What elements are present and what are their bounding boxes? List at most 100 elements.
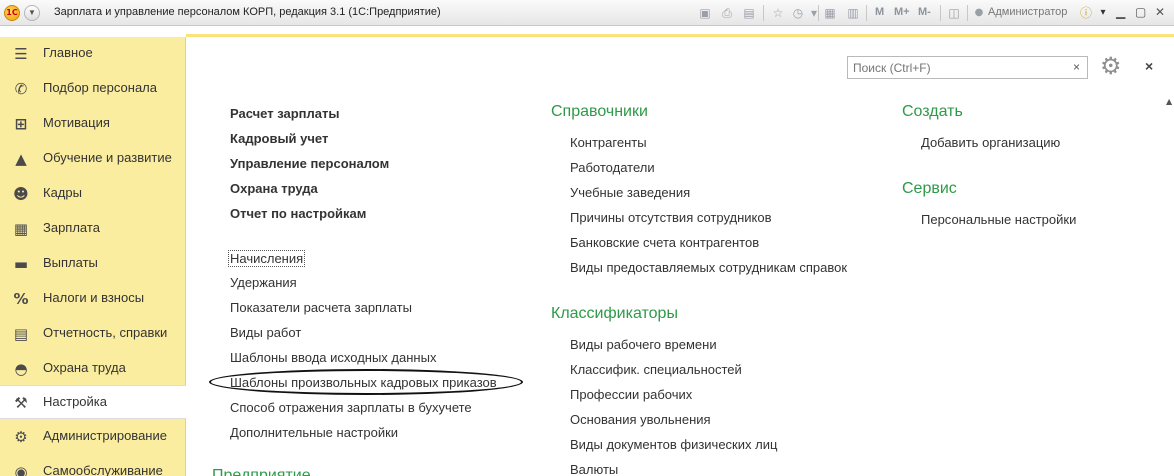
maximize-icon[interactable]: ▢ xyxy=(1135,5,1146,19)
sidebar-item-label: Мотивация xyxy=(43,115,110,130)
highlight-oval xyxy=(209,369,523,395)
link-certificate-types[interactable]: Виды предоставляемых сотрудникам справок xyxy=(570,260,847,275)
print-preview-icon[interactable]: ▤ xyxy=(741,5,757,21)
sidebar-item-main[interactable]: ☰ Главное xyxy=(0,37,186,71)
wallet-icon: ▬ xyxy=(13,255,29,273)
close-panel-button[interactable]: × xyxy=(1145,58,1153,74)
link-personnel-management[interactable]: Управление персоналом xyxy=(230,156,389,171)
sidebar-item-labor-safety[interactable]: ◓ Охрана труда xyxy=(0,352,186,386)
sidebar-item-label: Главное xyxy=(43,45,93,60)
calculator-icon[interactable]: ▦ xyxy=(822,5,838,21)
section-classifiers-heading: Классификаторы xyxy=(551,305,678,322)
current-user[interactable]: Администратор xyxy=(988,6,1067,18)
sidebar-item-payments[interactable]: ▬ Выплаты xyxy=(0,247,186,281)
settings-gear-icon[interactable]: ⚙ xyxy=(1100,53,1122,79)
link-educational-institutions[interactable]: Учебные заведения xyxy=(570,185,690,200)
calculator-icon: ▦ xyxy=(13,220,29,238)
sidebar-item-taxes[interactable]: % Налоги и взносы xyxy=(0,282,186,316)
link-labor-safety[interactable]: Охрана труда xyxy=(230,181,318,196)
calendar-icon[interactable]: ▥ xyxy=(845,5,861,21)
link-payroll-indicators[interactable]: Показатели расчета зарплаты xyxy=(230,300,412,315)
self-service-icon: ◉ xyxy=(14,463,28,476)
memory-m-button[interactable]: M xyxy=(875,6,884,18)
link-settings-report[interactable]: Отчет по настройкам xyxy=(230,206,366,221)
wrench-icon: ⚒ xyxy=(14,394,28,412)
sidebar: ☰ Главное ✆ Подбор персонала ⊞ Мотивация… xyxy=(0,37,186,476)
link-input-templates[interactable]: Шаблоны ввода исходных данных xyxy=(230,350,436,365)
print-icon[interactable]: ⎙ xyxy=(719,5,735,21)
sidebar-item-label: Подбор персонала xyxy=(43,80,157,95)
link-deductions[interactable]: Удержания xyxy=(230,275,297,290)
scroll-up-icon[interactable]: ▲ xyxy=(1166,97,1172,106)
sidebar-item-reports[interactable]: ▤ Отчетность, справки xyxy=(0,317,186,351)
section-directories-heading: Справочники xyxy=(551,103,648,120)
favorites-star-icon[interactable]: ☆ xyxy=(770,5,786,21)
sidebar-item-self-service[interactable]: ◉ Самообслуживание xyxy=(0,455,186,476)
link-work-time-types[interactable]: Виды рабочего времени xyxy=(570,337,717,352)
report-icon: ▤ xyxy=(13,325,29,343)
link-additional-settings[interactable]: Дополнительные настройки xyxy=(230,425,398,440)
link-counterparties[interactable]: Контрагенты xyxy=(570,135,647,150)
search-clear-button[interactable]: × xyxy=(1066,56,1088,79)
link-personal-settings[interactable]: Персональные настройки xyxy=(921,212,1076,227)
link-bank-accounts[interactable]: Банковские счета контрагентов xyxy=(570,235,759,250)
link-dismissal-grounds[interactable]: Основания увольнения xyxy=(570,412,711,427)
section-enterprise-heading: Предприятие xyxy=(212,467,311,476)
title-bar: 1C ▼ Зарплата и управление персоналом КО… xyxy=(0,0,1174,26)
sidebar-item-label: Самообслуживание xyxy=(43,463,163,476)
sidebar-item-label: Кадры xyxy=(43,185,82,200)
info-icon[interactable]: ⓘ xyxy=(1078,5,1094,21)
section-service-heading: Сервис xyxy=(902,180,957,197)
memory-minus-button[interactable]: M- xyxy=(918,6,931,18)
link-worker-professions[interactable]: Профессии рабочих xyxy=(570,387,692,402)
link-work-types[interactable]: Виды работ xyxy=(230,325,301,340)
sidebar-item-training[interactable]: ▲ Обучение и развитие xyxy=(0,142,186,176)
sidebar-item-settings[interactable]: ⚒ Настройка xyxy=(0,385,186,419)
sidebar-item-label: Выплаты xyxy=(43,255,98,270)
window-title: Зарплата и управление персоналом КОРП, р… xyxy=(54,6,441,18)
people-icon: ☻ xyxy=(13,185,29,203)
link-employers[interactable]: Работодатели xyxy=(570,160,655,175)
link-currencies[interactable]: Валюты xyxy=(570,462,618,476)
link-payroll-reflection[interactable]: Способ отражения зарплаты в бухучете xyxy=(230,400,472,415)
link-specialty-classifier[interactable]: Классифик. специальностей xyxy=(570,362,742,377)
memory-plus-button[interactable]: M+ xyxy=(894,6,910,18)
user-icon: ● xyxy=(974,7,984,18)
sidebar-item-recruitment[interactable]: ✆ Подбор персонала xyxy=(0,72,186,106)
history-icon[interactable]: ◷ xyxy=(790,5,806,21)
link-hr-accounting[interactable]: Кадровый учет xyxy=(230,131,328,146)
sidebar-item-motivation[interactable]: ⊞ Мотивация xyxy=(0,107,186,141)
sidebar-item-label: Настройка xyxy=(43,394,107,409)
menu-lines-icon: ☰ xyxy=(14,45,28,63)
gear-icon: ⚙ xyxy=(14,428,28,446)
chevron-down-icon[interactable]: ▾ xyxy=(1095,5,1111,21)
sidebar-item-label: Администрирование xyxy=(43,428,167,443)
sidebar-item-payroll[interactable]: ▦ Зарплата xyxy=(0,212,186,246)
gift-icon: ⊞ xyxy=(14,115,28,133)
minimize-icon[interactable]: ▁ xyxy=(1116,5,1125,19)
link-accruals[interactable]: Начисления xyxy=(228,250,306,267)
app-logo-icon[interactable]: 1C xyxy=(4,5,20,21)
sidebar-item-label: Отчетность, справки xyxy=(43,325,168,340)
bookmark-icon[interactable]: ▾ xyxy=(806,5,822,21)
accent-line xyxy=(186,34,1174,37)
link-add-organization[interactable]: Добавить организацию xyxy=(921,135,1060,150)
link-payroll-calculation[interactable]: Расчет зарплаты xyxy=(230,106,339,121)
main-menu-chevron-down-icon[interactable]: ▼ xyxy=(24,5,40,21)
sidebar-item-label: Охрана труда xyxy=(43,360,126,375)
helmet-icon: ◓ xyxy=(14,360,28,378)
phone-icon: ✆ xyxy=(14,80,28,98)
graduation-cap-icon: ▲ xyxy=(15,150,27,168)
save-icon[interactable]: ▣ xyxy=(697,5,713,21)
search-input[interactable] xyxy=(847,56,1067,79)
percent-icon: % xyxy=(13,290,29,308)
sidebar-item-hr[interactable]: ☻ Кадры xyxy=(0,177,186,211)
panel-toggle-icon[interactable]: ◫ xyxy=(946,5,962,21)
link-absence-reasons[interactable]: Причины отсутствия сотрудников xyxy=(570,210,772,225)
link-id-document-types[interactable]: Виды документов физических лиц xyxy=(570,437,777,452)
close-window-icon[interactable]: ✕ xyxy=(1155,5,1165,19)
sidebar-item-label: Зарплата xyxy=(43,220,100,235)
section-create-heading: Создать xyxy=(902,103,963,120)
sidebar-item-label: Обучение и развитие xyxy=(43,150,172,165)
sidebar-item-administration[interactable]: ⚙ Администрирование xyxy=(0,420,186,454)
